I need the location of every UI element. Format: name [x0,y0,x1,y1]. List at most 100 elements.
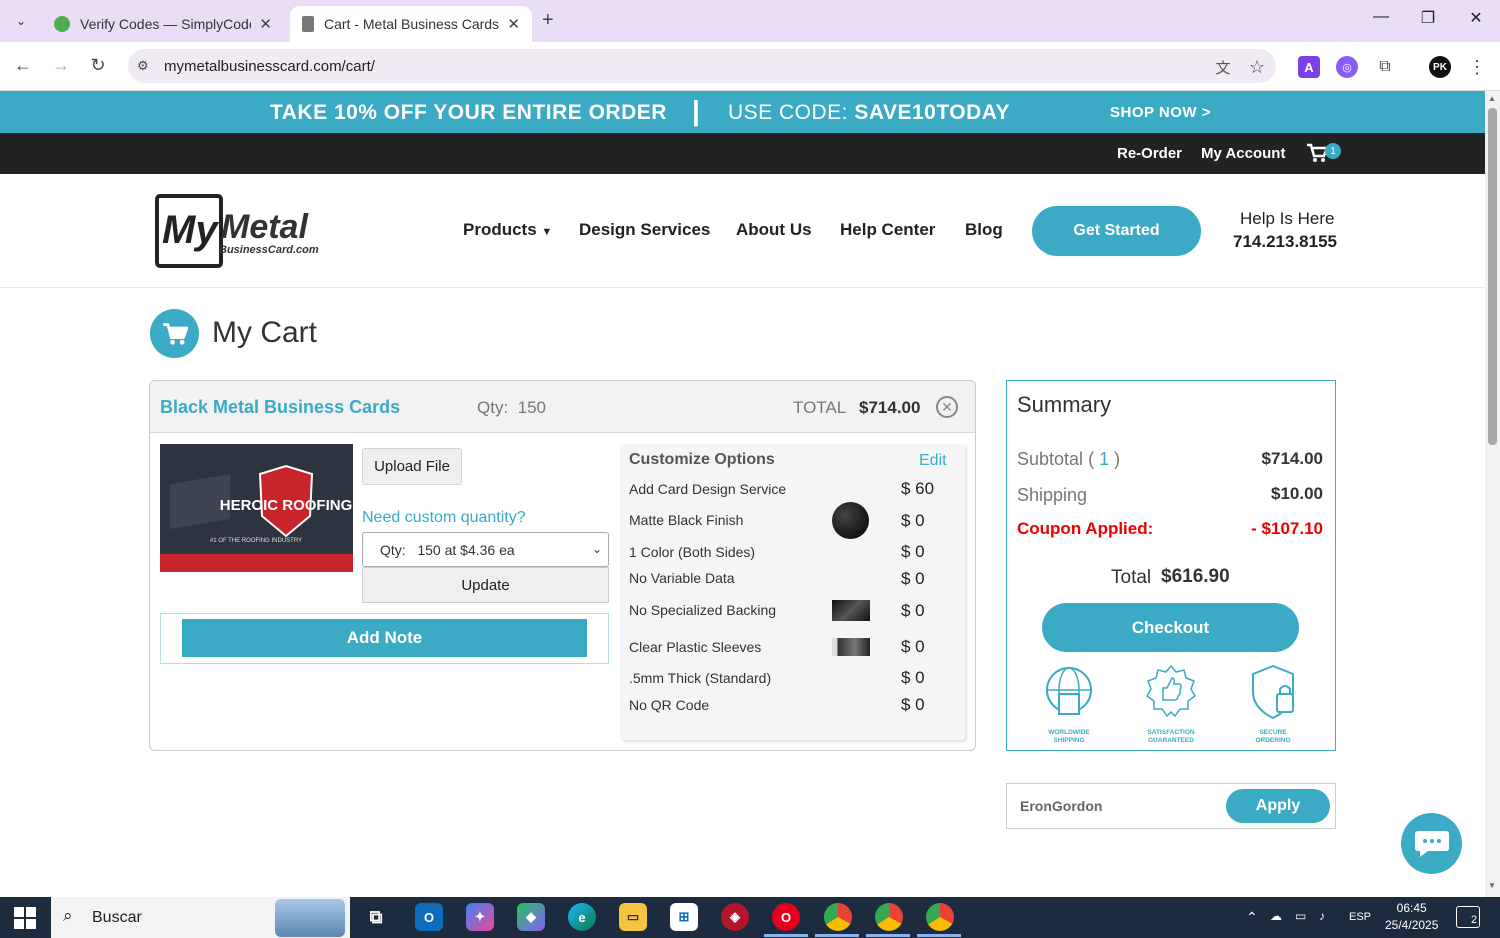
extension-circle-icon[interactable]: ◎ [1336,56,1358,78]
edge-app-icon[interactable]: e [568,903,596,931]
site-settings-icon[interactable]: ⚙ [137,58,149,74]
shop-now-link[interactable]: SHOP NOW > [1110,104,1211,121]
taskbar-clock[interactable]: 06:45 25/4/2025 [1385,900,1438,934]
promo-separator: | [692,95,700,126]
svg-text:My: My [162,208,219,252]
app-red-icon[interactable]: ◈ [721,903,749,931]
scroll-down-icon[interactable]: ▼ [1488,881,1496,890]
volume-icon[interactable]: ♪ [1319,909,1325,923]
promo-banner[interactable]: TAKE 10% OFF YOUR ENTIRE ORDER | USE COD… [0,91,1485,133]
nav-products[interactable]: Products ▼ [463,220,552,240]
clock-date: 25/4/2025 [1385,918,1439,932]
m365-app-icon[interactable]: ◆ [517,903,545,931]
nav-about-us[interactable]: About Us [736,220,812,240]
quantity-select[interactable]: Qty: 150 at $4.36 ea ⌄ [362,532,609,567]
chat-bubble-icon [1414,830,1449,857]
coupon-input-value[interactable]: EronGordon [1020,798,1102,814]
edit-options-link[interactable]: Edit [919,452,947,470]
upload-file-button[interactable]: Upload File [362,448,462,485]
app-running-indicator [764,934,808,937]
option-label: No Variable Data [629,570,735,586]
get-started-button[interactable]: Get Started [1032,206,1201,256]
promo-offer-text: TAKE 10% OFF YOUR ENTIRE ORDER [270,101,667,124]
option-label: No QR Code [629,697,710,713]
new-tab-icon[interactable]: + [542,9,554,32]
url-text: mymetalbusinesscard.com/cart/ [164,57,375,75]
satisfaction-badge: SATISFACTION GUARANTEED [1131,664,1211,745]
copilot-app-icon[interactable]: ✦ [466,903,494,931]
reload-icon[interactable]: ↻ [86,55,110,76]
option-label: Matte Black Finish [629,512,744,528]
opera-app-icon[interactable]: O [772,903,800,931]
ms-store-icon[interactable]: ⊞ [670,903,698,931]
search-highlight-image [275,899,345,937]
close-tab-icon[interactable]: ✕ [507,15,520,33]
tab-title: Verify Codes — SimplyCodes [80,16,252,32]
chrome-profile-app-icon[interactable] [875,903,903,931]
apply-coupon-button[interactable]: Apply [1226,789,1330,823]
site-logo[interactable]: My Metal BusinessCard.com [155,193,327,268]
option-price: $ 0 [901,695,925,714]
scrollbar-thumb[interactable] [1488,108,1497,445]
bookmark-star-icon[interactable]: ☆ [1246,56,1268,78]
total-label: Total [1111,567,1152,588]
restore-window-icon[interactable]: ❐ [1413,8,1443,28]
tab-search-chevron-icon[interactable]: ⌄ [10,10,32,32]
badge-caption-1: SATISFACTION [1147,729,1195,736]
close-tab-icon[interactable]: ✕ [259,15,272,33]
back-arrow-icon[interactable]: ← [11,55,35,76]
taskbar-search-text: Buscar [92,908,142,926]
add-note-button[interactable]: Add Note [182,619,587,657]
extension-a-icon[interactable]: A [1298,56,1320,78]
svg-text:BusinessCard.com: BusinessCard.com [219,244,319,256]
tab-cart[interactable]: Cart - Metal Business Cards | My Metal B… [290,6,532,42]
product-thumbnail: HEROIC ROOFING #1 OF THE ROOFING INDUSTR… [160,444,353,572]
custom-quantity-link[interactable]: Need custom quantity? [362,509,526,527]
cart-item-name[interactable]: Black Metal Business Cards [160,397,400,418]
windows-start-icon[interactable] [14,907,36,929]
option-price: $ 0 [901,569,925,588]
coupon-value: - $107.10 [1251,519,1323,538]
my-account-link[interactable]: My Account [1201,145,1285,162]
help-phone[interactable]: 714.213.8155 [1233,232,1337,252]
cart-count-badge: 1 [1325,143,1341,159]
translate-icon[interactable]: 文 [1212,56,1234,78]
remove-item-icon[interactable]: ✕ [936,396,958,418]
language-indicator[interactable]: ESP [1349,911,1371,923]
app-running-indicator [866,934,910,937]
cart-item-total: $714.00 [859,398,921,417]
option-price: $ 60 [901,479,935,498]
app-running-indicator [815,934,859,937]
chat-widget-button[interactable] [1401,813,1462,874]
scroll-up-icon[interactable]: ▲ [1488,94,1496,103]
chevron-down-icon: ⌄ [591,542,602,556]
outlook-app-icon[interactable]: O [415,903,443,931]
task-view-icon[interactable]: ⧉ [362,903,390,931]
tray-chevron-icon[interactable]: ⌃ [1246,909,1258,926]
app-running-indicator [917,934,961,937]
profile-avatar[interactable]: PK [1429,56,1451,78]
nav-blog[interactable]: Blog [965,220,1003,240]
reorder-link[interactable]: Re-Order [1117,145,1182,162]
worldwide-shipping-badge: WORLDWIDE SHIPPING [1029,664,1109,745]
nav-help-center[interactable]: Help Center [840,220,935,240]
tab-simplycodes[interactable]: Verify Codes — SimplyCodes ✕ [42,6,284,42]
file-explorer-icon[interactable]: ▭ [619,903,647,931]
nav-design-services[interactable]: Design Services [579,220,710,240]
chrome-af-app-icon[interactable] [926,903,954,931]
checkout-button[interactable]: Checkout [1042,603,1299,652]
extensions-puzzle-icon[interactable]: ⧉ [1374,56,1396,78]
network-icon[interactable]: ▭ [1295,909,1306,923]
simplycodes-favicon-icon [54,16,70,32]
option-label: Clear Plastic Sleeves [629,639,762,655]
cloud-icon[interactable]: ☁ [1270,909,1282,923]
chrome-app-icon[interactable] [824,903,852,931]
address-bar[interactable]: mymetalbusinesscard.com/cart/ [128,49,1276,83]
browser-menu-icon[interactable]: ⋮ [1466,56,1488,78]
forward-arrow-icon[interactable]: → [49,55,73,76]
close-window-icon[interactable]: ✕ [1461,8,1491,28]
minimize-window-icon[interactable]: — [1366,8,1396,26]
badge-caption-2: GUARANTEED [1148,737,1194,744]
sleeve-swatch [832,638,870,656]
update-button[interactable]: Update [362,567,609,603]
